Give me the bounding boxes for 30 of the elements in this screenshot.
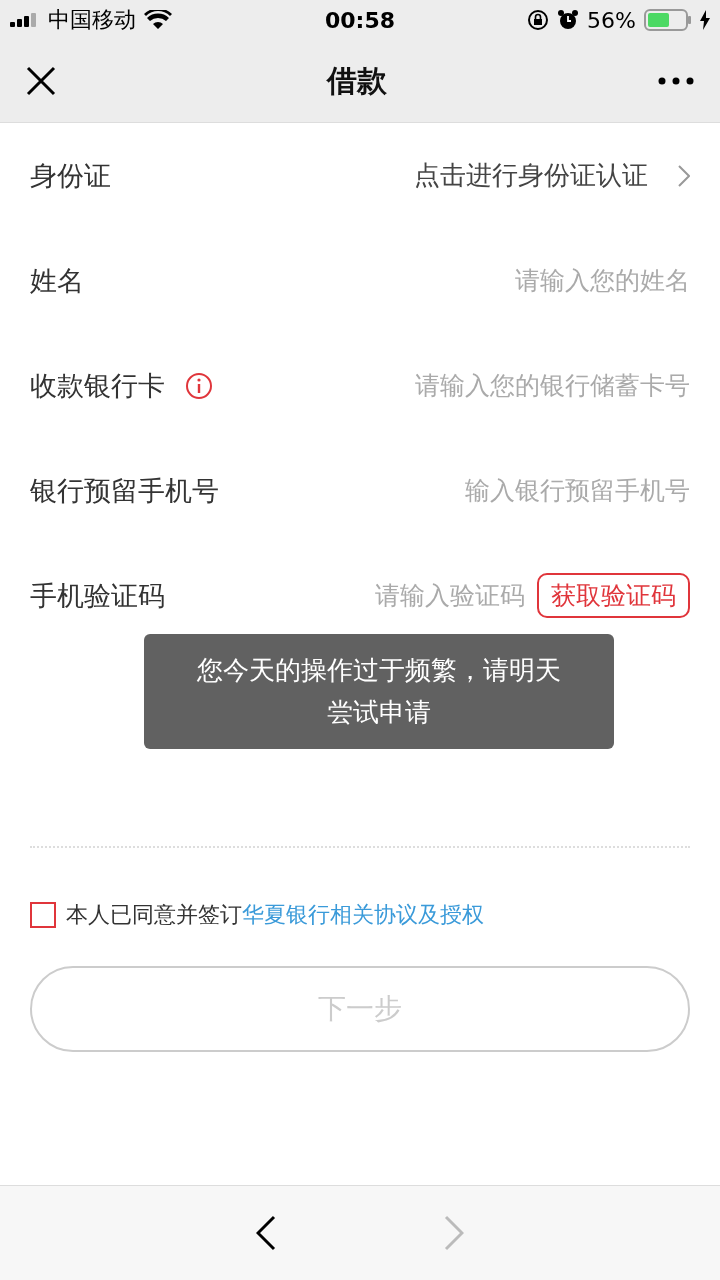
chevron-right-icon — [444, 1215, 464, 1251]
input-field[interactable]: 请输入您的姓名 — [96, 266, 690, 295]
chevron-right-icon — [678, 164, 690, 187]
wifi-icon — [144, 10, 172, 30]
battery-percent: 56% — [587, 7, 636, 33]
field-label: 手机验证码 — [30, 578, 165, 613]
chevron-left-icon — [256, 1215, 276, 1251]
more-icon — [658, 77, 694, 85]
rotation-lock-icon — [527, 9, 550, 31]
info-icon[interactable] — [185, 371, 213, 400]
field-label: 收款银行卡 — [30, 368, 165, 403]
battery-icon — [644, 9, 692, 31]
toast-message: 您今天的操作过于频繁，请明天尝试申请 — [144, 634, 614, 750]
get-code-button[interactable]: 获取验证码 — [537, 573, 690, 618]
agreement-checkbox[interactable] — [30, 902, 56, 928]
input-field[interactable]: 请输入您的银行储蓄卡号 — [225, 371, 690, 400]
charging-icon — [700, 10, 710, 30]
field-label: 银行预留手机号 — [30, 473, 219, 508]
alarm-icon — [557, 9, 580, 31]
input-field[interactable]: 请输入验证码 — [177, 581, 525, 610]
input-field[interactable]: 输入银行预留手机号 — [231, 476, 690, 505]
page-title: 借款 — [327, 61, 387, 100]
agreement-link[interactable]: 华夏银行相关协议及授权 — [242, 900, 484, 930]
field-label: 姓名 — [30, 263, 84, 298]
clock-time: 00:58 — [325, 7, 395, 33]
close-icon — [26, 66, 56, 96]
agreement-text: 本人已同意并签订 — [66, 901, 242, 929]
verify-id-link[interactable]: 点击进行身份证认证 — [414, 158, 648, 193]
field-label: 身份证 — [30, 158, 111, 193]
carrier-name: 中国移动 — [48, 6, 136, 34]
